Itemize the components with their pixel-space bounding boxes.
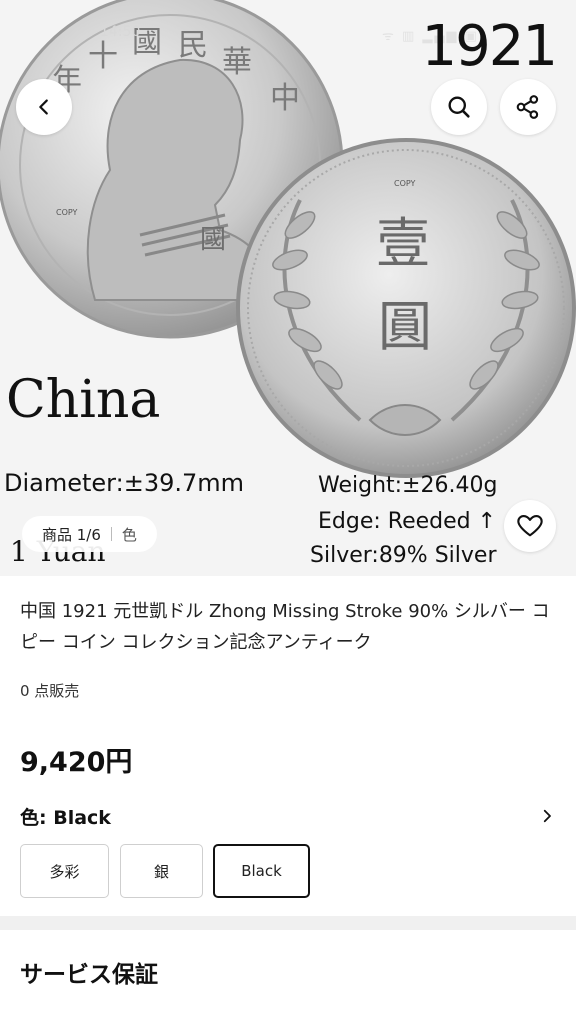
- coin-legend-char: 華: [222, 45, 252, 80]
- variant-option-black-selected[interactable]: Black: [213, 844, 310, 898]
- heart-icon: [517, 515, 543, 537]
- share-button[interactable]: [500, 79, 556, 135]
- coin-reverse-char: 圓: [378, 295, 432, 358]
- coin-legend-char: 國: [200, 225, 226, 255]
- product-price: 9,420円: [20, 747, 133, 778]
- coin-copy-mark: COPY: [394, 179, 416, 188]
- back-button[interactable]: [16, 79, 72, 135]
- coin-legend-char: 十: [88, 39, 118, 74]
- chevron-right-icon: [543, 809, 551, 823]
- svg-text:COPY: COPY: [56, 208, 78, 217]
- product-image-gallery[interactable]: COPY 中 華 民 國 十 年 國 COPY 壹 圓 14:50 ᯤ ▥ ▂▄…: [0, 0, 576, 576]
- image-overlay-country: China: [6, 370, 161, 430]
- coin-legend-char: 民: [178, 28, 208, 63]
- pill-divider: [110, 527, 112, 541]
- variant-option-silver[interactable]: 銀: [120, 844, 203, 898]
- variant-option-multicolor[interactable]: 多彩: [20, 844, 109, 898]
- coin-legend-char: 中: [270, 81, 300, 116]
- color-label: 色: Black: [20, 806, 111, 829]
- sold-count: 0 点販売: [20, 682, 80, 700]
- chevron-left-icon: [39, 99, 48, 115]
- search-icon: [448, 96, 470, 118]
- spec-diameter: Diameter:±39.7mm: [4, 469, 245, 497]
- image-counter-pill[interactable]: 商品 1/6 色: [22, 516, 157, 552]
- color-selector-row[interactable]: 色: Black: [20, 802, 556, 830]
- section-divider: [0, 916, 576, 930]
- service-guarantee-heading: サービス保証: [20, 962, 158, 988]
- coin-reverse-char: 壹: [376, 212, 430, 275]
- spec-silver: Silver:89% Silver: [310, 543, 497, 568]
- image-tag-color: 色: [121, 525, 137, 544]
- spec-edge: Edge: Reeded ↑: [318, 509, 497, 534]
- image-counter: 商品 1/6: [42, 525, 101, 544]
- product-title: 中国 1921 元世凱ドル Zhong Missing Stroke 90% シ…: [20, 601, 550, 653]
- favorite-button[interactable]: [504, 500, 556, 552]
- share-icon: [516, 95, 539, 119]
- status-bar-time: 14:50: [100, 24, 141, 40]
- search-button[interactable]: [431, 79, 487, 135]
- spec-weight: Weight:±26.40g: [318, 473, 498, 498]
- image-overlay-year: 1921: [421, 14, 558, 79]
